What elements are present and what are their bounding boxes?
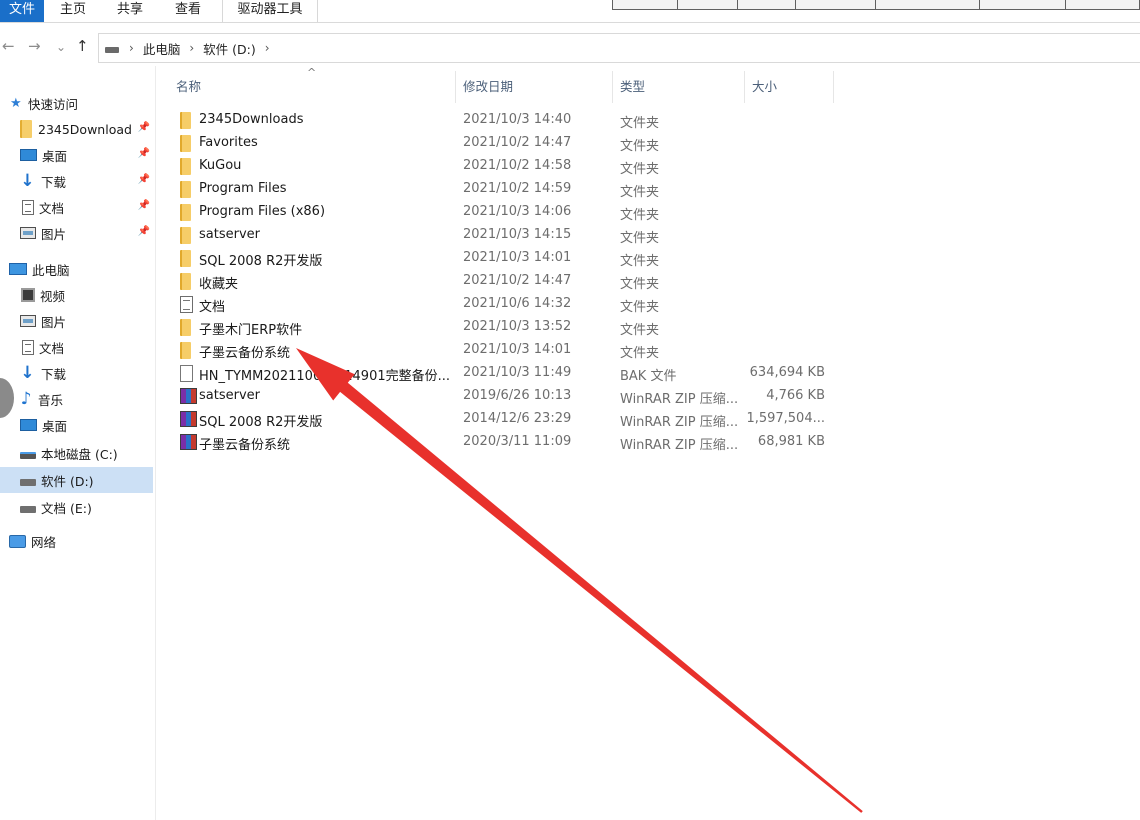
- red-arrow-icon: [296, 348, 863, 813]
- annotation-arrow: [296, 348, 863, 813]
